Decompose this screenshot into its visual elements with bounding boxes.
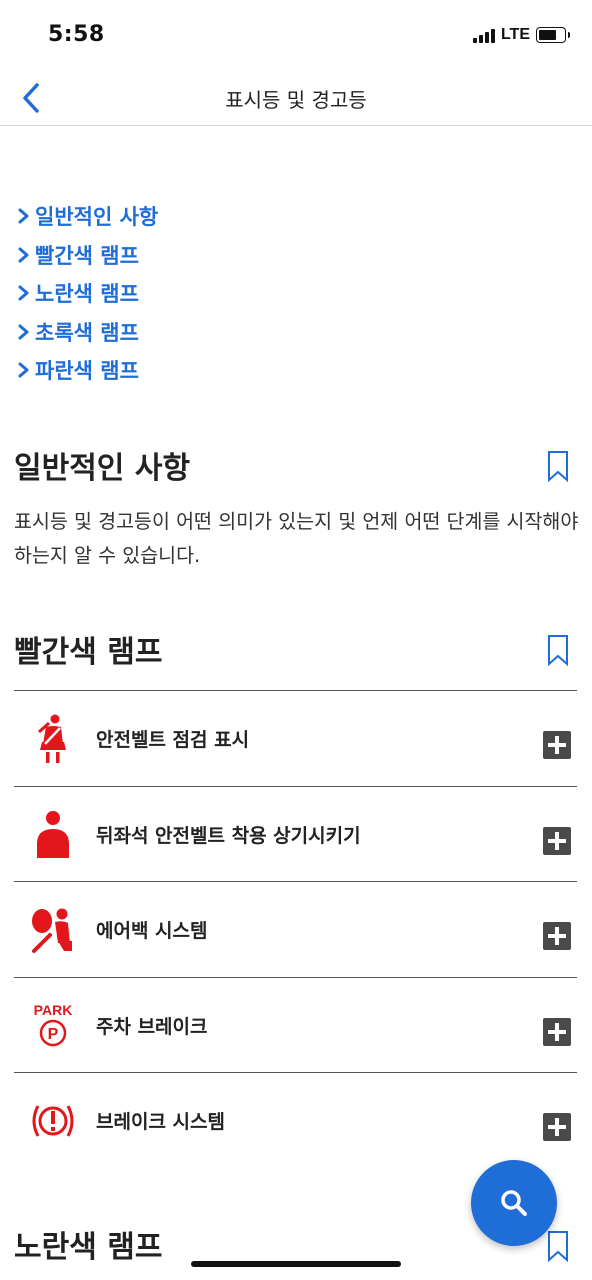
general-description: 표시등 및 경고등이 어떤 의미가 있는지 및 언제 어떤 단계를 시작해야 하… [14,510,579,567]
toc-link-label: 일반적인 사항 [35,205,159,230]
toc-link-label: 노란색 램프 [35,282,139,307]
lamp-row-park-brake[interactable]: PARK P 주차 브레이크 [14,976,577,1073]
svg-text:PARK: PARK [34,1002,73,1018]
status-time: 5:58 [48,22,105,47]
lamp-label: 주차 브레이크 [96,1015,208,1038]
brake-system-icon [22,1095,84,1147]
toc-link-red[interactable]: 빨간색 램프 [18,236,158,275]
lamp-label: 안전벨트 점검 표시 [96,729,250,751]
expand-button[interactable] [543,1113,571,1142]
status-bar: 5:58 LTE [0,0,592,70]
lamp-row-rear-seatbelt[interactable]: 뒤좌석 안전벨트 착용 상기시키기 [14,785,577,882]
chevron-right-icon [18,322,34,342]
section-title-general: 일반적인 사항 [14,451,191,486]
search-button[interactable] [471,1160,557,1246]
signal-strength-icon [472,27,495,43]
page-title: 표시등 및 경고등 [225,88,367,112]
table-of-contents: 일반적인 사항 빨간색 램프 노란색 램프 초록색 램프 파란색 램프 [18,197,158,390]
lamp-row-airbag[interactable]: 에어백 시스템 [14,881,577,977]
home-indicator[interactable] [191,1261,401,1267]
lamp-label: 뒤좌석 안전벨트 착용 상기시키기 [96,824,361,847]
bookmark-button-yellow[interactable] [546,1230,570,1263]
red-lamp-list: 안전벨트 점검 표시 뒤좌석 안전벨트 착용 상기시키기 에어백 시스템 PAR… [14,690,577,1168]
svg-text:P: P [48,1026,59,1043]
nav-bar: 표시등 및 경고등 [0,70,592,126]
search-icon [501,1190,527,1216]
toc-link-blue[interactable]: 파란색 램프 [18,351,158,390]
expand-button[interactable] [543,1017,571,1046]
section-title-red: 빨간색 램프 [14,635,163,670]
chevron-right-icon [18,206,34,226]
lamp-row-seatbelt[interactable]: 안전벨트 점검 표시 [14,690,577,786]
chevron-right-icon [18,283,34,303]
expand-button[interactable] [543,731,571,759]
toc-link-general[interactable]: 일반적인 사항 [18,197,158,236]
toc-link-yellow[interactable]: 노란색 램프 [18,274,158,313]
bookmark-icon [548,635,568,667]
rear-seat-person-icon [22,809,84,861]
bookmark-button-general[interactable] [546,450,570,483]
park-brake-icon: PARK P [22,1000,84,1052]
chevron-right-icon [18,245,34,265]
toc-link-label: 초록색 램프 [35,320,139,345]
toc-link-label: 파란색 램프 [35,359,139,384]
toc-link-label: 빨간색 램프 [35,243,139,268]
status-indicators: LTE [472,26,570,44]
bookmark-button-red[interactable] [546,634,570,667]
bookmark-icon [548,1231,568,1263]
section-title-yellow: 노란색 램프 [14,1230,163,1265]
airbag-icon [22,904,84,956]
lamp-label: 브레이크 시스템 [96,1111,225,1134]
network-type: LTE [500,26,530,43]
lamp-row-brake-system[interactable]: 브레이크 시스템 [14,1072,577,1168]
chevron-right-icon [18,360,34,380]
bookmark-icon [548,451,568,483]
battery-icon [536,27,570,43]
expand-button[interactable] [543,826,571,855]
lamp-label: 에어백 시스템 [96,920,208,943]
seatbelt-icon [22,713,84,765]
toc-link-green[interactable]: 초록색 램프 [18,313,158,352]
expand-button[interactable] [543,922,571,951]
